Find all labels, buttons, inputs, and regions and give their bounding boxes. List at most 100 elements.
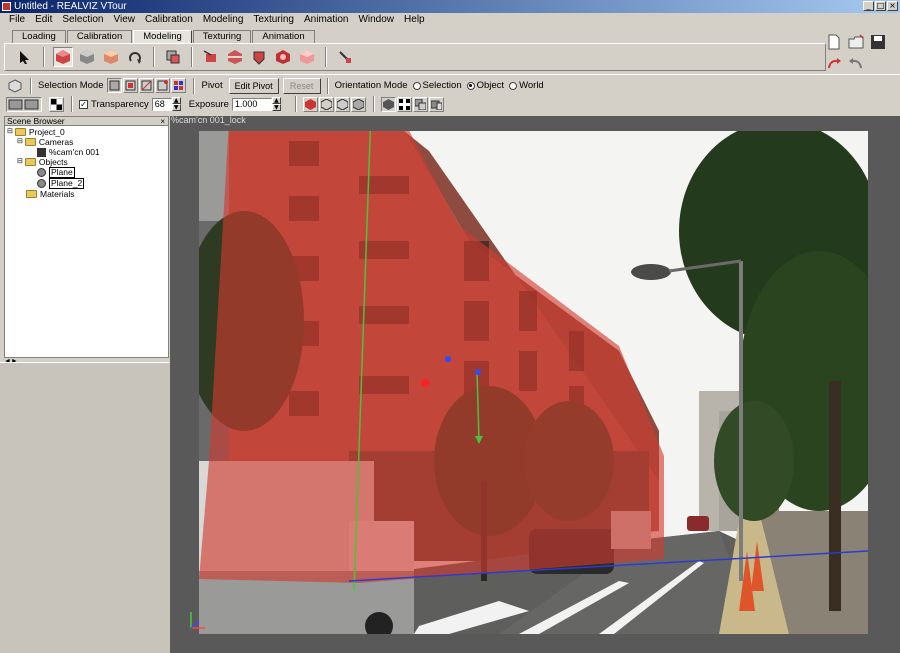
orientation-selection-radio[interactable] (412, 81, 421, 90)
reset-pivot-button[interactable]: Reset (282, 77, 321, 94)
tree-materials[interactable]: Materials (26, 189, 74, 199)
tab-animation[interactable]: Animation (252, 30, 315, 43)
undo-button[interactable] (824, 54, 844, 74)
orientation-world-radio[interactable] (509, 81, 518, 90)
transparency-checkbox[interactable]: ✓ (79, 99, 88, 109)
menu-window[interactable]: Window (353, 13, 399, 27)
orientation-world-label: World (519, 80, 544, 91)
box-tool[interactable] (297, 47, 317, 67)
rotate-tool[interactable] (125, 47, 145, 67)
scene-browser-title: Scene Browser (7, 116, 65, 126)
tree-object-plane2[interactable]: Plane_2 (37, 178, 85, 189)
menu-edit[interactable]: Edit (30, 13, 57, 27)
title-bar: Untitled - REALVIZ VTour _ □ × (0, 0, 900, 13)
wire-cube-button[interactable] (318, 96, 334, 112)
menu-animation[interactable]: Animation (299, 13, 353, 27)
exposure-input[interactable]: 1.000 (231, 97, 272, 111)
exposure-spinner[interactable]: ▲ ▼ (271, 97, 281, 111)
save-button[interactable] (868, 32, 888, 52)
tab-texturing[interactable]: Texturing (192, 30, 252, 43)
solid-view-button[interactable] (380, 96, 396, 112)
collapse-icon[interactable]: ⊟ (17, 137, 23, 147)
menu-bar: File Edit Selection View Calibration Mod… (0, 13, 900, 27)
file-tools (824, 32, 886, 74)
menu-texturing[interactable]: Texturing (248, 13, 299, 27)
tree-camera-item[interactable]: %cam'cn 001 (37, 147, 100, 157)
menu-selection[interactable]: Selection (57, 13, 108, 27)
edge-select-icon (141, 80, 152, 91)
transparency-label: Transparency (91, 98, 149, 110)
window-controls: _ □ × (863, 1, 898, 11)
viewport-photo[interactable] (199, 131, 868, 634)
object-mode-button[interactable] (6, 77, 24, 95)
redo-button[interactable] (846, 54, 866, 74)
menu-view[interactable]: View (109, 13, 141, 27)
menu-file[interactable]: File (4, 13, 30, 27)
shaded-cube-button[interactable] (334, 96, 350, 112)
app-icon (2, 2, 11, 11)
tab-modeling[interactable]: Modeling (133, 30, 192, 43)
menu-calibration[interactable]: Calibration (140, 13, 198, 27)
tree-cameras-label: Cameras (38, 137, 74, 147)
edit-pivot-button[interactable]: Edit Pivot (228, 77, 279, 94)
collapse-icon[interactable]: ⊟ (7, 127, 13, 137)
display-toolbar: ✓ Transparency 68 ▲ ▼ Exposure 1.000 ▲ ▼ (0, 95, 900, 113)
select-edge-button[interactable] (139, 78, 155, 93)
maximize-button[interactable]: □ (875, 1, 886, 11)
scene-browser-close-icon[interactable]: × (160, 117, 165, 126)
spin-up-button[interactable]: ▲ (271, 97, 281, 104)
save-disk-icon (871, 35, 885, 49)
tab-calibration[interactable]: Calibration (66, 30, 133, 43)
tree-object-plane[interactable]: Plane (37, 167, 75, 178)
shield-tool[interactable] (273, 47, 293, 67)
cube-gray-tool[interactable] (77, 47, 97, 67)
checker-view-button[interactable] (396, 96, 412, 112)
close-button[interactable]: × (887, 1, 898, 11)
spin-down-button[interactable]: ▼ (171, 104, 181, 111)
flag-icon (174, 81, 184, 90)
toolbar-separator (326, 77, 329, 94)
new-file-button[interactable] (824, 32, 844, 52)
camera-views-button[interactable] (6, 96, 42, 112)
copy-view-button[interactable] (412, 96, 428, 112)
multi-object-icon (166, 50, 180, 64)
menu-modeling[interactable]: Modeling (198, 13, 249, 27)
select-flag-button[interactable] (171, 78, 187, 93)
tab-loading[interactable]: Loading (12, 30, 66, 43)
shield-icon (276, 50, 290, 64)
select-object-button[interactable] (107, 78, 123, 93)
multi-object-tool[interactable] (163, 47, 183, 67)
red-cube-icon (56, 50, 70, 64)
orientation-object-radio[interactable] (466, 81, 475, 90)
wand-tool[interactable] (335, 47, 355, 67)
menu-help[interactable]: Help (399, 13, 430, 27)
split-tool[interactable] (225, 47, 245, 67)
tree-cameras[interactable]: ⊟ Cameras (17, 137, 73, 147)
checker-toggle-button[interactable] (49, 96, 64, 112)
open-file-button[interactable] (846, 32, 866, 52)
tree-project[interactable]: ⊟ Project_0 (7, 127, 65, 137)
mode-toolbar: Selection Mode Pivot Edit Pivot Reset Or… (0, 74, 900, 96)
collapse-icon[interactable]: ⊟ (17, 157, 23, 167)
show-cameras-button[interactable] (302, 96, 318, 112)
extrude-tool[interactable] (249, 47, 269, 67)
spin-down-button[interactable]: ▼ (271, 104, 281, 111)
arrow-select-tool[interactable] (15, 47, 35, 67)
tree-objects[interactable]: ⊟ Objects (17, 157, 68, 167)
scene-browser-header: Scene Browser × (5, 117, 168, 126)
transparency-input[interactable]: 68 (151, 97, 172, 111)
select-vertex-button[interactable] (155, 78, 171, 93)
pivot-point[interactable] (421, 379, 429, 387)
shaded-cube-icon (336, 98, 348, 110)
spin-up-button[interactable]: ▲ (171, 97, 181, 104)
cube-red-tool[interactable] (53, 47, 73, 67)
snapshot-button[interactable] (428, 96, 444, 112)
cube-orange-tool[interactable] (101, 47, 121, 67)
move-tool[interactable] (201, 47, 221, 67)
minimize-button[interactable]: _ (863, 1, 874, 11)
transparency-spinner[interactable]: ▲ ▼ (171, 97, 181, 111)
select-face-button[interactable] (123, 78, 139, 93)
checkerboard-icon (51, 98, 62, 110)
textured-cube-button[interactable] (350, 96, 366, 112)
cube-select-icon (109, 80, 120, 91)
